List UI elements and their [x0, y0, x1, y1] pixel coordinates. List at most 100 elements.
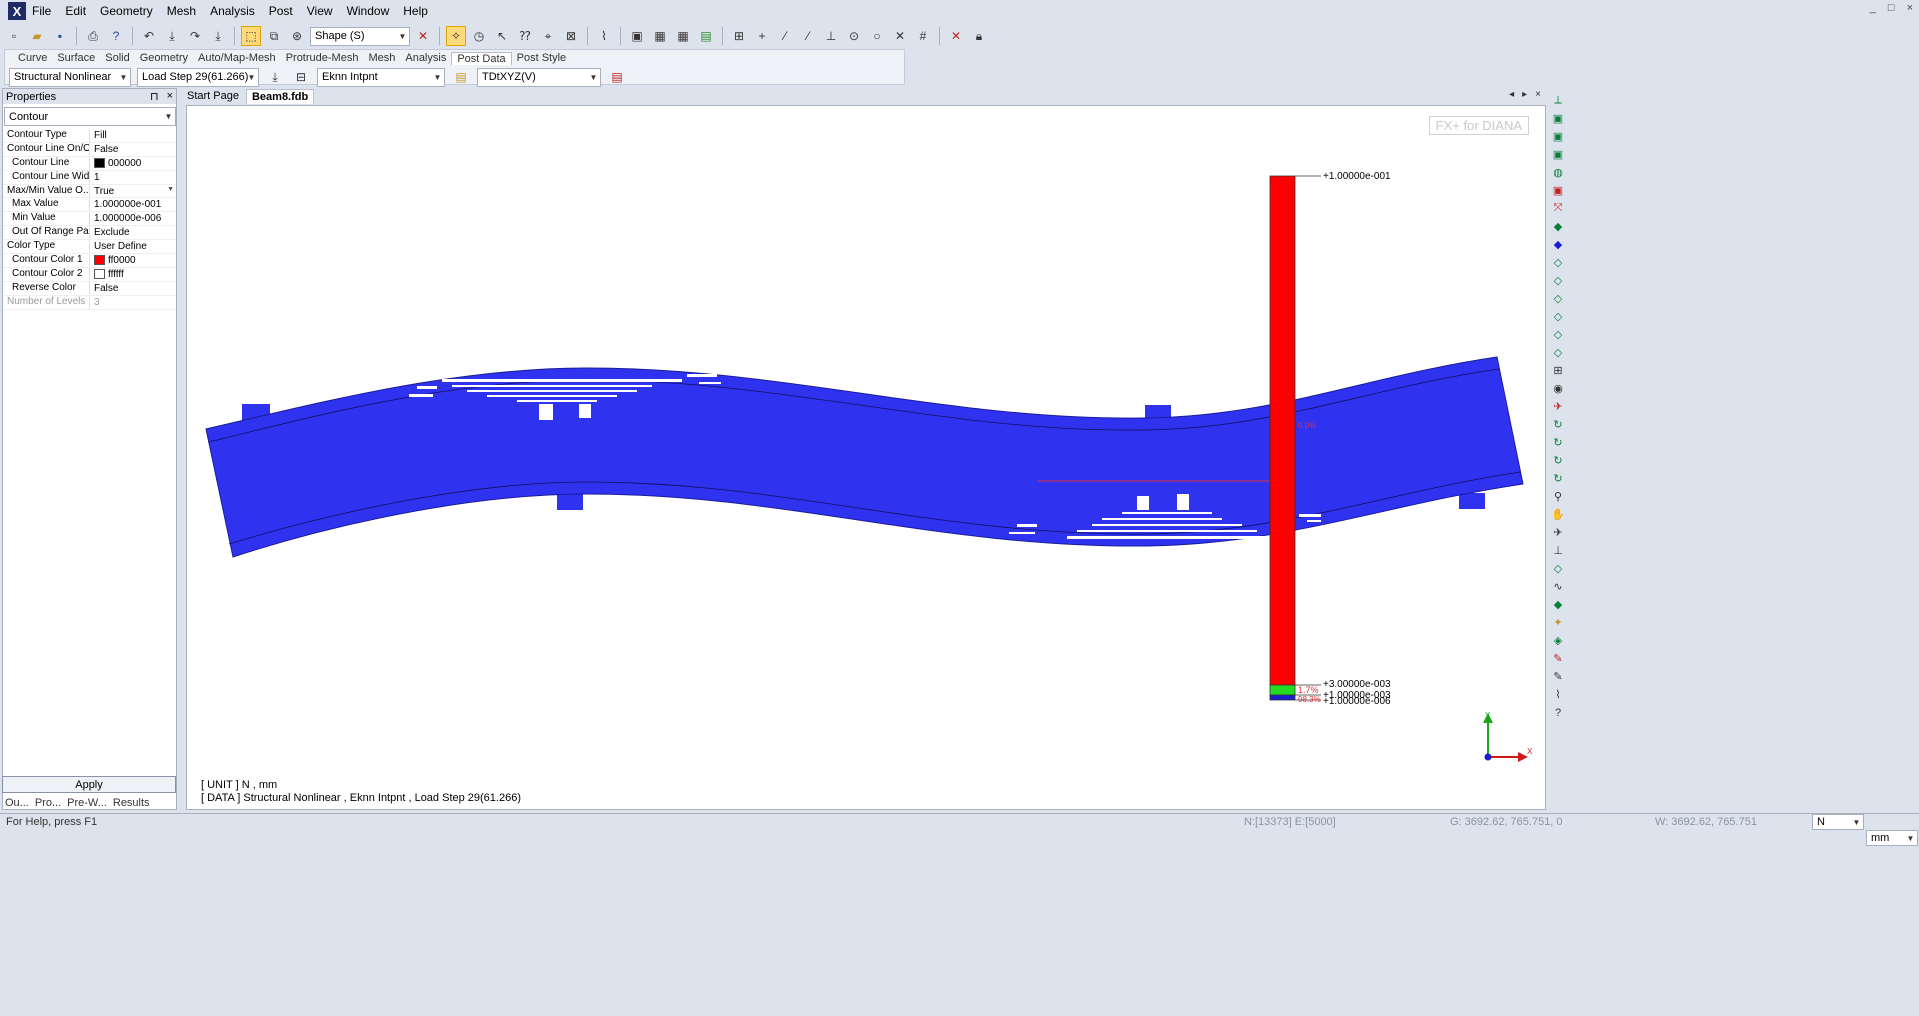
property-row[interactable]: Number of Levels 3	[3, 295, 176, 310]
close-icon[interactable]: ×	[167, 90, 173, 103]
bottom-view-icon[interactable]: ◇	[1551, 328, 1566, 341]
tab-protrude-mesh[interactable]: Protrude-Mesh	[281, 52, 364, 64]
rotate-free-icon[interactable]: ↻	[1551, 472, 1566, 485]
graph-icon[interactable]: ⌇	[1551, 688, 1566, 701]
scroll-right-icon[interactable]: ▸	[1522, 89, 1527, 100]
rotate-y-icon[interactable]: ↻	[1551, 436, 1566, 449]
intersection-icon[interactable]: ✕	[890, 26, 910, 46]
component-icon[interactable]: ▤	[451, 67, 471, 87]
result-combo[interactable]: Eknn Intpnt ▼	[317, 67, 445, 87]
rotate-z-icon[interactable]: ↻	[1551, 454, 1566, 467]
tab-properties[interactable]: Pro...	[31, 797, 65, 809]
section-icon[interactable]: ◇	[1551, 562, 1566, 575]
center-snap-icon[interactable]: ⊙	[844, 26, 864, 46]
tab-surface[interactable]: Surface	[52, 52, 100, 64]
redo-icon[interactable]: ↷	[185, 26, 205, 46]
select-filter-icon[interactable]: ⧉	[264, 26, 284, 46]
perpendicular-icon[interactable]: ⊥	[821, 26, 841, 46]
zoom-area-icon[interactable]: ▣	[1551, 148, 1566, 161]
table-edit-icon[interactable]: ▦	[673, 26, 693, 46]
force-unit-combo[interactable]: N ▼	[1812, 814, 1864, 830]
apply-button[interactable]: Apply	[2, 776, 176, 793]
undo-icon[interactable]: ↶	[139, 26, 159, 46]
curve-icon[interactable]: ∿	[1551, 580, 1566, 593]
close-window-button[interactable]: ×	[1907, 2, 1913, 14]
fly-icon[interactable]: ✈	[1551, 526, 1566, 539]
color-swatch[interactable]	[94, 269, 105, 280]
back-view-icon[interactable]: ◇	[1551, 256, 1566, 269]
lock-icon[interactable]: 🔒︎	[969, 26, 989, 46]
property-value[interactable]: ff0000	[90, 254, 176, 267]
close-doc-icon[interactable]: ×	[1535, 89, 1541, 100]
property-value[interactable]: False	[90, 282, 176, 295]
property-row[interactable]: Max/Min Value O... True ▼	[3, 184, 176, 199]
length-unit-combo[interactable]: mm ▼	[1866, 830, 1918, 846]
beam-model[interactable]: +1.00000e-001 +3.00000e-003 +1.00000e-00…	[187, 106, 1546, 810]
pan-icon[interactable]: ✈	[1551, 400, 1566, 413]
left-view-icon[interactable]: ◇	[1551, 274, 1566, 287]
axis-view-icon[interactable]: ⟂	[1551, 94, 1566, 107]
zoom-fit-icon[interactable]: ▣	[1551, 112, 1566, 125]
clock-icon[interactable]: ◷	[469, 26, 489, 46]
camera-icon[interactable]: ◉	[1551, 382, 1566, 395]
help-icon[interactable]: ?	[106, 26, 126, 46]
menu-file[interactable]: File	[32, 4, 51, 18]
property-row[interactable]: Color Type User Define	[3, 240, 176, 255]
tab-start-page[interactable]: Start Page	[182, 89, 244, 103]
view-grid-icon[interactable]: ◇	[1551, 346, 1566, 359]
color-swatch[interactable]	[94, 255, 105, 266]
tab-mesh[interactable]: Mesh	[363, 52, 400, 64]
tab-curve[interactable]: Curve	[13, 52, 52, 64]
tab-results[interactable]: Results	[110, 797, 153, 809]
menu-analysis[interactable]: Analysis	[210, 4, 255, 18]
contour-style-icon[interactable]: ▤	[607, 67, 627, 87]
query-icon[interactable]: ⁇	[515, 26, 535, 46]
shape-select-combo[interactable]: Shape (S) ▼	[310, 26, 410, 46]
property-value[interactable]: 000000	[90, 157, 176, 170]
pick-icon[interactable]: ↖	[492, 26, 512, 46]
zoom-reset-icon[interactable]: ▣	[1551, 184, 1566, 197]
property-value[interactable]: 1.000000e-006	[90, 212, 176, 225]
property-row[interactable]: Min Value 1.000000e-006	[3, 212, 176, 227]
menu-help[interactable]: Help	[403, 4, 428, 18]
chevron-down-icon[interactable]: ▼	[167, 186, 174, 193]
front-view-icon[interactable]: ◆	[1551, 238, 1566, 251]
menu-post[interactable]: Post	[269, 4, 293, 18]
property-row[interactable]: Contour Type Fill	[3, 129, 176, 143]
tab-beam8[interactable]: Beam8.fdb	[245, 88, 315, 104]
analysis-type-combo[interactable]: Structural Nonlinear ▼	[9, 67, 131, 87]
zoom-window-icon[interactable]: ▣	[1551, 130, 1566, 143]
light-icon[interactable]: ✦	[1551, 616, 1566, 629]
minimize-button[interactable]: _	[1870, 2, 1876, 14]
tab-auto-map-mesh[interactable]: Auto/Map-Mesh	[193, 52, 281, 64]
tab-output[interactable]: Ou...	[2, 797, 32, 809]
menu-geometry[interactable]: Geometry	[100, 4, 153, 18]
select-mode-icon[interactable]: ⬚	[241, 26, 261, 46]
menu-edit[interactable]: Edit	[65, 4, 86, 18]
zoom-select-icon[interactable]: ◍	[1551, 166, 1566, 179]
color-swatch[interactable]	[94, 158, 105, 169]
layer-icon[interactable]: ▤	[696, 26, 716, 46]
property-row[interactable]: Reverse Color False	[3, 281, 176, 296]
property-row[interactable]: Contour Color 2 ffffff	[3, 267, 176, 282]
point-snap-icon[interactable]: +	[752, 26, 772, 46]
table-icon[interactable]: ▦	[650, 26, 670, 46]
load-step-combo[interactable]: Load Step 29(61.266) ▼	[137, 67, 259, 87]
import-icon[interactable]: ⤓	[162, 26, 182, 46]
render-icon[interactable]: ◆	[1551, 598, 1566, 611]
hand-icon[interactable]: ✋	[1551, 508, 1566, 521]
new-file-icon[interactable]: ▫	[4, 26, 24, 46]
iso-view-icon[interactable]: ◆	[1551, 220, 1566, 233]
help-view-icon[interactable]: ?	[1551, 706, 1566, 719]
tab-post-style[interactable]: Post Style	[512, 52, 572, 64]
mid-snap-icon[interactable]: ⁄	[798, 26, 818, 46]
model-viewport[interactable]: FX+ for DIANA +1.00000e-001 +3.00000e-00…	[186, 105, 1546, 810]
property-value[interactable]: True ▼	[90, 185, 176, 198]
property-value[interactable]: User Define	[90, 240, 176, 253]
menu-view[interactable]: View	[307, 4, 333, 18]
property-value[interactable]: False	[90, 143, 176, 156]
transparency-icon[interactable]: ◈	[1551, 634, 1566, 647]
tab-pre-works[interactable]: Pre-W...	[64, 797, 110, 809]
rotate-icon[interactable]: ⤧	[1551, 202, 1566, 215]
tab-analysis[interactable]: Analysis	[400, 52, 451, 64]
